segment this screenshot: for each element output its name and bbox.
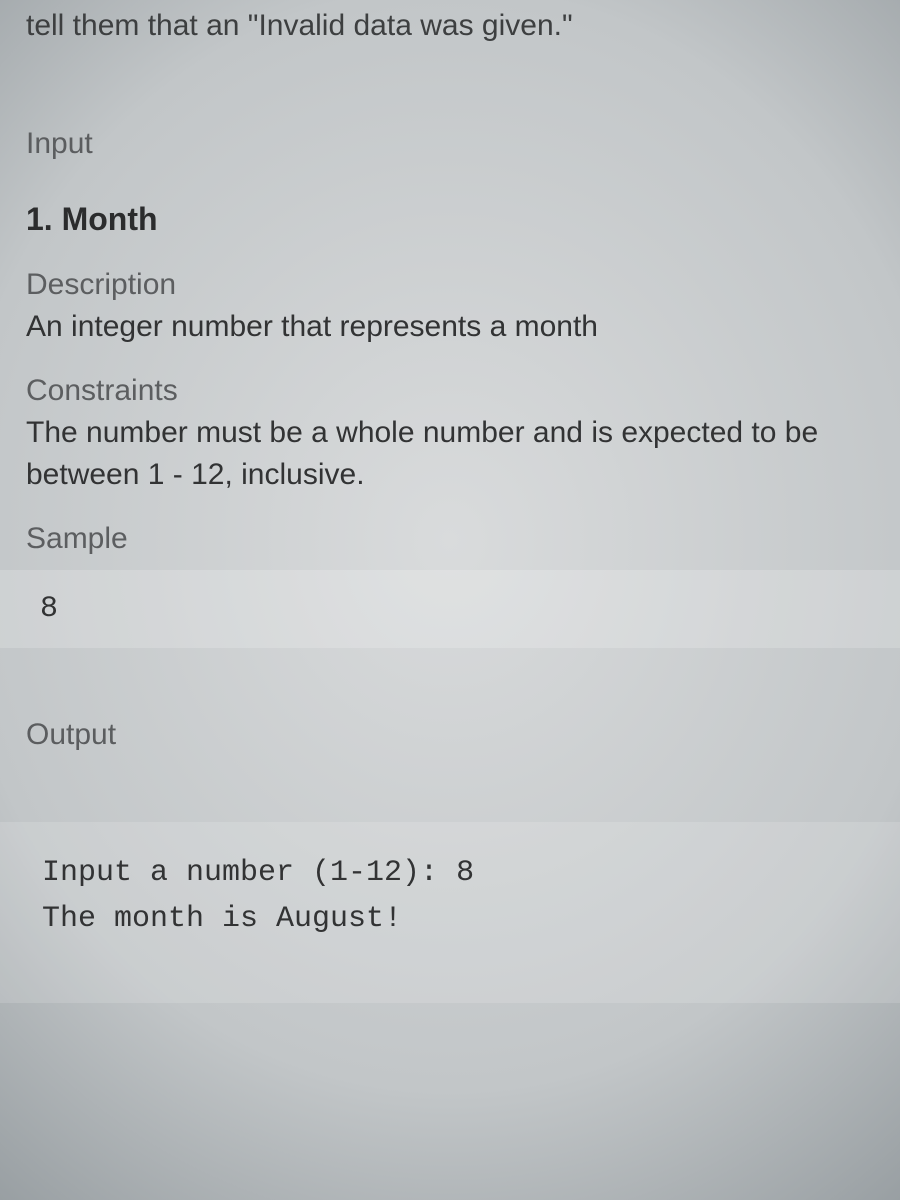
input-item-name: Month [62, 201, 158, 237]
sample-value-box: 8 [0, 570, 900, 648]
constraints-label: Constraints [26, 374, 874, 408]
output-section-heading: Output [26, 718, 874, 752]
output-console-box: Input a number (1-12): 8 The month is Au… [0, 822, 900, 1003]
input-item-number: 1. [26, 201, 53, 237]
sample-label: Sample [26, 522, 874, 556]
description-label: Description [26, 268, 874, 302]
input-section-heading: Input [26, 127, 874, 161]
instruction-fragment: tell them that an "Invalid data was give… [26, 0, 874, 47]
input-item-title: 1. Month [26, 201, 874, 238]
description-text: An integer number that represents a mont… [26, 306, 874, 348]
constraints-text: The number must be a whole number and is… [26, 412, 874, 496]
document-page: tell them that an "Invalid data was give… [0, 0, 900, 1003]
